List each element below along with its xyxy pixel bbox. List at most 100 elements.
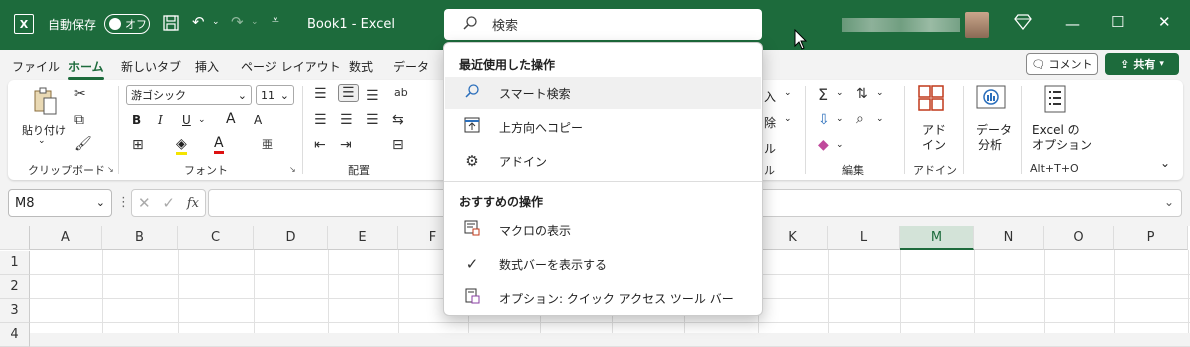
align-middle-icon[interactable]: ☰: [338, 84, 359, 102]
column-header[interactable]: B: [102, 226, 178, 250]
row-header[interactable]: 1: [0, 251, 30, 275]
bold-button[interactable]: B: [132, 113, 141, 127]
tab-file[interactable]: ファイル: [12, 58, 60, 75]
clear-icon[interactable]: ◆: [818, 137, 829, 153]
column-header[interactable]: L: [828, 226, 900, 250]
tab-home[interactable]: ホーム: [68, 58, 104, 80]
grow-font-button[interactable]: A: [226, 111, 236, 127]
data-analysis-label-2[interactable]: 分析: [978, 136, 1002, 153]
font-size-combo[interactable]: 11 ⌄: [256, 85, 294, 105]
row-header[interactable]: 2: [0, 275, 30, 299]
shrink-font-button[interactable]: A: [254, 113, 262, 127]
clipboard-launcher-icon[interactable]: ↘: [107, 165, 114, 174]
tab-new[interactable]: 新しいタブ: [121, 58, 181, 75]
column-header[interactable]: D: [254, 226, 328, 250]
excel-options-icon[interactable]: [1044, 85, 1066, 117]
chevron-down-icon[interactable]: ⌄: [836, 140, 844, 150]
more-options-icon[interactable]: ⋮: [117, 195, 130, 210]
border-icon[interactable]: ⊞: [132, 137, 144, 153]
insert-function-button[interactable]: fx: [187, 196, 199, 211]
phonetic-icon[interactable]: 亜: [262, 136, 273, 152]
chevron-down-icon[interactable]: ⌄: [784, 88, 792, 98]
copy-icon[interactable]: ⧉: [74, 112, 84, 128]
chevron-down-icon[interactable]: ⌄: [836, 88, 844, 98]
minimize-icon[interactable]: —: [1065, 15, 1080, 33]
cancel-icon[interactable]: ✕: [138, 194, 151, 212]
column-header[interactable]: K: [758, 226, 828, 250]
align-left-icon[interactable]: ☰: [314, 112, 327, 128]
select-all-corner[interactable]: [0, 226, 30, 250]
italic-button[interactable]: I: [158, 113, 163, 127]
orientation-icon[interactable]: ab: [394, 86, 408, 99]
recent-item-addins[interactable]: ⚙ アドイン: [445, 145, 761, 177]
merge-cells-icon[interactable]: ⊟: [392, 137, 404, 153]
column-header[interactable]: A: [30, 226, 102, 250]
addins-label-2[interactable]: イン: [922, 136, 946, 153]
autosum-icon[interactable]: Σ: [818, 85, 828, 104]
font-name-combo[interactable]: 游ゴシック ⌄: [126, 85, 252, 105]
addins-icon[interactable]: [918, 85, 944, 115]
row-header[interactable]: 3: [0, 299, 30, 323]
tab-formulas[interactable]: 数式: [349, 58, 373, 75]
search-box[interactable]: 検索: [444, 9, 762, 40]
redo-icon[interactable]: ↷: [231, 13, 244, 31]
chevron-down-icon[interactable]: ⌄: [836, 114, 844, 124]
row-header[interactable]: 4: [0, 323, 30, 347]
align-top-icon[interactable]: ☰: [314, 86, 327, 102]
suggested-item-qat-options[interactable]: オプション: クイック アクセス ツール バー: [445, 282, 761, 314]
delete-cells-label[interactable]: 除: [764, 114, 776, 131]
chevron-down-icon[interactable]: ⌄: [876, 114, 884, 124]
format-painter-icon[interactable]: 🖌: [74, 136, 92, 152]
undo-dropdown-icon[interactable]: ⌄: [212, 17, 220, 27]
align-right-icon[interactable]: ☰: [366, 112, 379, 128]
redo-dropdown-icon[interactable]: ⌄: [251, 17, 259, 27]
chevron-down-icon[interactable]: ⌄: [784, 114, 792, 124]
account-name-blurred[interactable]: [842, 18, 960, 32]
insert-cells-label[interactable]: 入: [764, 88, 776, 105]
collapse-ribbon-icon[interactable]: ⌄: [1160, 156, 1170, 170]
share-button[interactable]: ⇪ 共有 ▾: [1105, 53, 1179, 75]
column-header[interactable]: C: [178, 226, 254, 250]
column-header[interactable]: N: [974, 226, 1044, 250]
underline-button[interactable]: U: [182, 113, 191, 127]
tab-page-layout[interactable]: ページ レイアウト: [241, 58, 341, 75]
customize-qat-icon[interactable]: ⩡: [272, 13, 279, 28]
align-center-icon[interactable]: ☰: [340, 112, 353, 128]
diamond-icon[interactable]: [1014, 14, 1032, 34]
column-header[interactable]: P: [1114, 226, 1188, 250]
excel-options-label-2[interactable]: オプション: [1032, 136, 1092, 153]
tab-data[interactable]: データ: [393, 58, 429, 75]
decrease-indent-icon[interactable]: ⇤: [314, 137, 326, 153]
find-select-icon[interactable]: ⌕: [856, 111, 864, 127]
save-icon[interactable]: [162, 14, 180, 36]
align-bottom-icon[interactable]: ☰: [366, 88, 379, 104]
paste-icon[interactable]: [30, 86, 60, 122]
name-box[interactable]: M8 ⌄: [8, 189, 112, 217]
recent-item-smart-lookup[interactable]: スマート検索: [445, 77, 761, 109]
recent-item-fill-up[interactable]: 上方向へコピー: [445, 111, 761, 143]
comment-button[interactable]: 🗨 コメント: [1026, 53, 1098, 75]
fill-icon[interactable]: ⇩: [818, 112, 830, 128]
avatar[interactable]: [965, 12, 989, 38]
suggested-item-show-formula-bar[interactable]: ✓ 数式バーを表示する: [445, 248, 761, 280]
cut-icon[interactable]: ✂: [74, 86, 86, 102]
chevron-down-icon[interactable]: ⌄: [876, 88, 884, 98]
underline-dropdown-icon[interactable]: ⌄: [198, 115, 206, 125]
column-header[interactable]: O: [1044, 226, 1114, 250]
column-header[interactable]: M: [900, 226, 974, 250]
maximize-icon[interactable]: ☐: [1111, 13, 1124, 31]
column-header[interactable]: E: [328, 226, 398, 250]
format-cells-label[interactable]: ル: [764, 140, 776, 157]
sort-filter-icon[interactable]: ⇅: [856, 86, 868, 102]
font-launcher-icon[interactable]: ↘: [289, 165, 296, 174]
undo-icon[interactable]: ↶: [192, 13, 205, 31]
increase-indent-icon[interactable]: ⇥: [340, 137, 352, 153]
expand-formula-bar-icon[interactable]: ⌄: [1164, 195, 1174, 209]
tab-insert[interactable]: 挿入: [195, 58, 219, 75]
suggested-item-view-macros[interactable]: マクロの表示: [445, 214, 761, 246]
paste-dropdown-icon[interactable]: ⌄: [38, 136, 46, 146]
enter-icon[interactable]: ✓: [162, 194, 175, 212]
fill-color-icon[interactable]: ◈: [176, 136, 187, 155]
autosave-toggle[interactable]: オフ: [104, 14, 150, 34]
wrap-text-icon[interactable]: ⇆: [392, 112, 404, 128]
